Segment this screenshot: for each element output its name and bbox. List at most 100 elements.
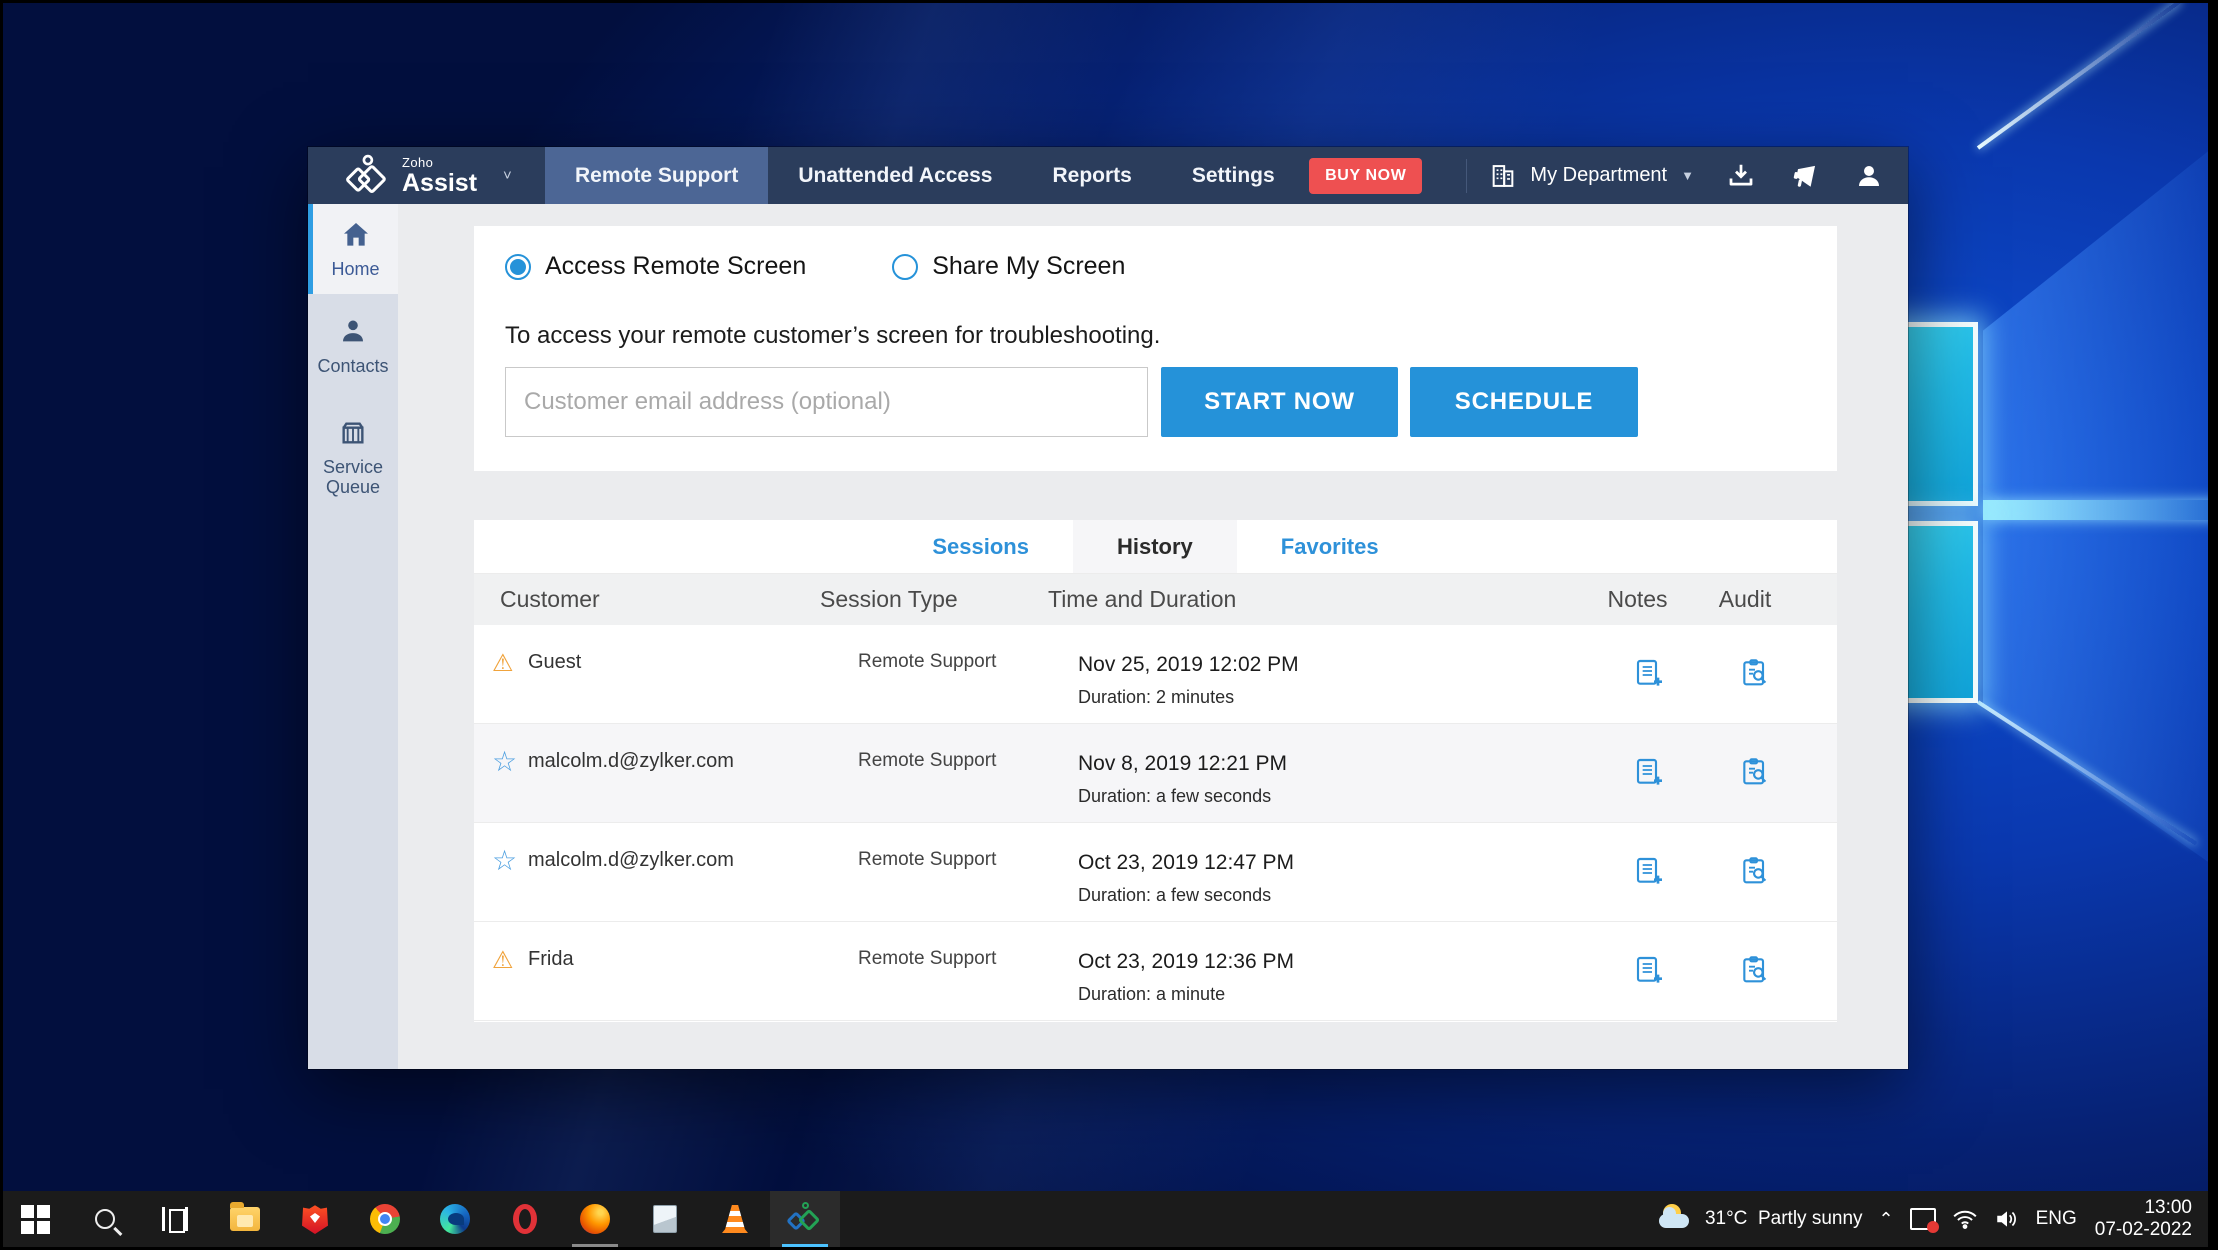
session-time: Oct 23, 2019 12:47 PM — [1078, 851, 1590, 875]
tab-favorites[interactable]: Favorites — [1237, 520, 1423, 573]
audit-icon[interactable] — [1705, 649, 1805, 689]
announcements-icon[interactable] — [1788, 159, 1822, 193]
weather-description: Partly sunny — [1758, 1208, 1863, 1229]
audit-icon[interactable] — [1705, 748, 1805, 788]
file-explorer-icon[interactable] — [210, 1191, 280, 1247]
tab-history[interactable]: History — [1073, 520, 1237, 573]
weather-widget[interactable]: 31°C Partly sunny — [1659, 1204, 1863, 1234]
session-type: Remote Support — [858, 847, 1078, 871]
favorite-star-icon: ☆ — [492, 748, 528, 776]
app-logo[interactable]: Zoho Assist ˅ — [308, 147, 545, 204]
department-icon — [1489, 162, 1517, 190]
system-tray: 31°C Partly sunny ⌃ ENG 13:00 07-02-2022 — [1643, 1191, 2218, 1247]
clock-time: 13:00 — [2095, 1197, 2192, 1219]
weather-icon — [1659, 1204, 1693, 1234]
home-icon — [340, 219, 372, 251]
brand-zoho: Zoho — [402, 156, 477, 169]
vlc-icon[interactable] — [700, 1191, 770, 1247]
session-time: Nov 8, 2019 12:21 PM — [1078, 752, 1590, 776]
radio-access-remote-screen[interactable] — [505, 254, 531, 280]
customer-name: malcolm.d@zylker.com — [528, 847, 858, 872]
session-type: Remote Support — [858, 649, 1078, 673]
customer-email-input[interactable] — [505, 367, 1148, 437]
table-row[interactable]: ☆ malcolm.d@zylker.com Remote Support No… — [474, 724, 1837, 823]
task-view-icon[interactable] — [140, 1191, 210, 1247]
tab-unattended-access[interactable]: Unattended Access — [768, 147, 1022, 204]
clock-date: 07-02-2022 — [2095, 1219, 2192, 1241]
customer-name: Frida — [528, 946, 858, 971]
zoho-assist-logo-icon — [344, 153, 390, 199]
sidebar-item-home[interactable]: Home — [308, 204, 398, 294]
table-row[interactable]: ☆ malcolm.d@zylker.com Remote Support Oc… — [474, 823, 1837, 922]
edge-icon[interactable] — [420, 1191, 490, 1247]
tray-expand-icon[interactable]: ⌃ — [1879, 1209, 1894, 1230]
navbar-right: BUY NOW My Department ▼ — [1309, 147, 1908, 204]
chevron-down-icon[interactable]: ˅ — [503, 167, 512, 184]
schedule-button[interactable]: SCHEDULE — [1410, 367, 1638, 437]
table-row[interactable]: ⚠ Frida Remote Support Oct 23, 2019 12:3… — [474, 922, 1837, 1021]
sidebar-item-service-queue[interactable]: Service Queue — [308, 398, 398, 516]
add-note-icon[interactable] — [1590, 649, 1705, 689]
user-account-icon[interactable] — [1852, 159, 1886, 193]
radio-share-my-screen[interactable] — [892, 254, 918, 280]
tab-reports[interactable]: Reports — [1022, 147, 1161, 204]
app-sidebar: Home Contacts Service Queue — [308, 204, 398, 1069]
navbar-tabs: Remote Support Unattended Access Reports… — [545, 147, 1305, 204]
contacts-icon — [337, 316, 369, 348]
chevron-down-icon: ▼ — [1681, 168, 1694, 183]
buy-now-button[interactable]: BUY NOW — [1309, 158, 1422, 194]
sidebar-item-label: Service Queue — [308, 457, 398, 497]
department-selector[interactable]: My Department ▼ — [1466, 159, 1694, 193]
language-label: ENG — [2036, 1208, 2077, 1230]
wallpaper-beam-center — [1983, 500, 2218, 520]
wifi-icon[interactable] — [1952, 1209, 1978, 1229]
session-type: Remote Support — [858, 748, 1078, 772]
favorite-star-icon: ☆ — [492, 847, 528, 875]
volume-icon[interactable] — [1994, 1208, 2020, 1230]
radio-label-share[interactable]: Share My Screen — [932, 252, 1125, 281]
sidebar-item-contacts[interactable]: Contacts — [308, 294, 398, 398]
windows-taskbar: 31°C Partly sunny ⌃ ENG 13:00 07-02-2022 — [0, 1191, 2218, 1247]
session-time: Nov 25, 2019 12:02 PM — [1078, 653, 1590, 677]
table-body: ⚠ Guest Remote Support Nov 25, 2019 12:0… — [474, 625, 1837, 1021]
table-row[interactable]: ⚠ Guest Remote Support Nov 25, 2019 12:0… — [474, 625, 1837, 724]
tab-remote-support[interactable]: Remote Support — [545, 147, 768, 204]
tab-settings[interactable]: Settings — [1162, 147, 1305, 204]
tab-sessions[interactable]: Sessions — [888, 520, 1073, 573]
customer-name: Guest — [528, 649, 858, 674]
service-queue-icon — [337, 417, 369, 449]
notepad-icon[interactable] — [630, 1191, 700, 1247]
session-duration: Duration: a minute — [1078, 984, 1590, 1005]
audit-icon[interactable] — [1705, 847, 1805, 887]
download-icon[interactable] — [1724, 159, 1758, 193]
audit-icon[interactable] — [1705, 946, 1805, 986]
search-icon[interactable] — [70, 1191, 140, 1247]
opera-icon[interactable] — [490, 1191, 560, 1247]
screen-bezel — [2208, 0, 2218, 1250]
firefox-icon[interactable] — [560, 1191, 630, 1247]
screen-share-status-icon[interactable] — [1910, 1208, 1936, 1230]
zoho-assist-taskbar-icon[interactable] — [770, 1191, 840, 1247]
session-duration: Duration: a few seconds — [1078, 786, 1590, 807]
add-note-icon[interactable] — [1590, 748, 1705, 788]
session-duration: Duration: a few seconds — [1078, 885, 1590, 906]
column-customer: Customer — [500, 586, 820, 613]
radio-label-access[interactable]: Access Remote Screen — [545, 252, 806, 281]
customer-name: malcolm.d@zylker.com — [528, 748, 858, 773]
column-time-duration: Time and Duration — [1048, 586, 1580, 613]
column-notes: Notes — [1580, 586, 1695, 613]
history-tabs: Sessions History Favorites — [474, 520, 1837, 574]
start-now-button[interactable]: START NOW — [1161, 367, 1398, 437]
taskbar-clock[interactable]: 13:00 07-02-2022 — [2095, 1197, 2192, 1241]
warning-icon: ⚠ — [492, 649, 528, 677]
sessions-history-panel: Sessions History Favorites Customer Sess… — [474, 520, 1837, 1022]
column-audit: Audit — [1695, 586, 1795, 613]
chrome-icon[interactable] — [350, 1191, 420, 1247]
add-note-icon[interactable] — [1590, 946, 1705, 986]
start-button[interactable] — [0, 1191, 70, 1247]
language-indicator[interactable]: ENG — [2036, 1208, 2077, 1230]
add-note-icon[interactable] — [1590, 847, 1705, 887]
brave-icon[interactable] — [280, 1191, 350, 1247]
session-time: Oct 23, 2019 12:36 PM — [1078, 950, 1590, 974]
app-navbar: Zoho Assist ˅ Remote Support Unattended … — [308, 147, 1908, 204]
